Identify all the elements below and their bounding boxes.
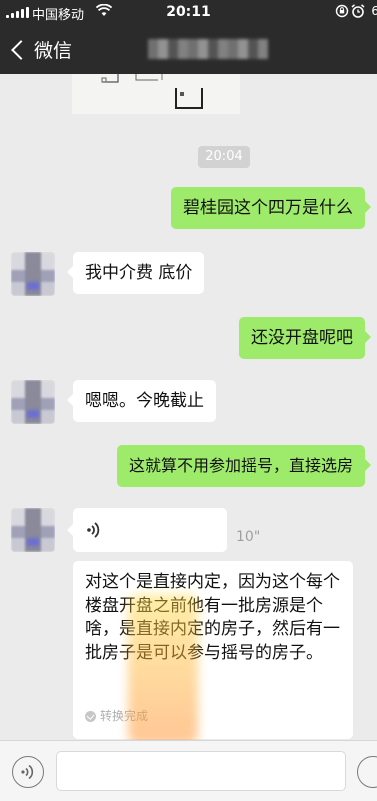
voice-message[interactable] [67, 508, 227, 552]
message-timestamp: 20:04 [198, 146, 250, 168]
transcript-status-label: 转换完成 [100, 709, 149, 723]
nav-bar: 微信 [0, 24, 377, 74]
voice-input-button[interactable] [12, 756, 44, 788]
check-icon [85, 711, 96, 723]
chat-area[interactable]: 20:04 碧桂园这个四万是什么 我中介费 底价 还没开盘呢吧 嗯嗯。今晚截止 … [0, 74, 377, 740]
voice-duration: 10" [236, 529, 261, 545]
avatar[interactable] [11, 508, 55, 552]
message-bubble-outgoing[interactable]: 碧桂园这个四万是什么 [171, 187, 371, 229]
battery-level: 6 [371, 4, 377, 18]
emoji-button[interactable] [357, 756, 377, 788]
avatar[interactable] [11, 380, 55, 424]
message-bubble-incoming[interactable]: 嗯嗯。今晚截止 [67, 380, 216, 422]
lock-rotation-icon [335, 4, 349, 21]
back-button[interactable]: 微信 [10, 36, 72, 63]
back-chevron-icon [11, 39, 31, 60]
voice-wave-icon [85, 520, 105, 540]
message-bubble-outgoing[interactable]: 还没开盘呢吧 [239, 317, 371, 359]
transcript-status: 转换完成 [85, 705, 148, 729]
status-bar: 中国移动 20:11 6 [0, 0, 377, 24]
voice-transcript-text: 对这个是直接内定，因为这个每个楼盘开盘之前他有一批房源是个啥，是直接内定的房子，… [85, 572, 340, 663]
message-bubble-outgoing[interactable]: 这就算不用参加摇号，直接选房 [116, 445, 372, 487]
voice-input-icon [21, 764, 34, 780]
chat-title-blurred [148, 39, 268, 59]
input-bar [0, 740, 377, 801]
back-label: 微信 [34, 40, 73, 62]
clock: 20:11 [166, 4, 211, 20]
voice-transcript[interactable]: 对这个是直接内定，因为这个每个楼盘开盘之前他有一批房源是个啥，是直接内定的房子，… [73, 561, 353, 739]
avatar[interactable] [11, 252, 55, 296]
message-input[interactable] [56, 751, 346, 791]
message-bubble-incoming[interactable]: 我中介费 底价 [66, 252, 205, 294]
floorplan-image[interactable] [72, 74, 240, 114]
alarm-icon [351, 4, 365, 21]
